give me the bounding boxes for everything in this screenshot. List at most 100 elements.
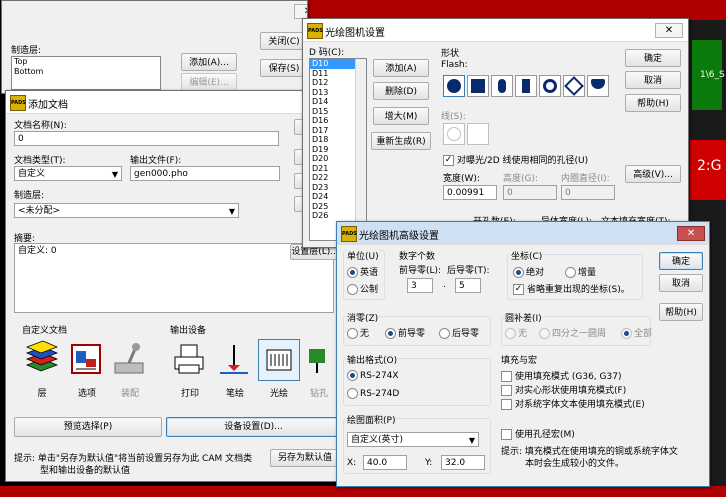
options-doc-caption: 选项	[77, 389, 96, 399]
coord-incremental-radio[interactable]	[565, 267, 576, 278]
zero-none-radio[interactable]	[347, 328, 358, 339]
fill-mode-checkbox[interactable]	[501, 371, 512, 382]
photo-setup-close-icon[interactable]: ✕	[655, 23, 683, 38]
dcode-scrollbar[interactable]	[355, 59, 366, 240]
photo-setup-cancel-button[interactable]: 取消	[625, 71, 681, 89]
unit-metric-radio[interactable]	[347, 284, 358, 295]
unit-english-option[interactable]: 英语	[347, 265, 378, 278]
cam-layer-item[interactable]: Top	[12, 57, 160, 67]
advanced-cancel-button[interactable]: 取消	[659, 274, 703, 292]
cam-close-button[interactable]: 关闭(C)	[260, 32, 307, 50]
arc-full-radio[interactable]	[621, 328, 632, 339]
save-as-default-button[interactable]: 另存为默认值	[270, 449, 336, 467]
height-input[interactable]: 0	[503, 185, 557, 200]
photo-plot-device-button[interactable]	[258, 339, 300, 381]
cam-close-icon[interactable]: ✕	[294, 4, 307, 19]
dcode-delete-button[interactable]: 删除(D)	[373, 82, 429, 100]
flash-annular-shape[interactable]	[539, 75, 561, 97]
dcode-list[interactable]: D10 D11 D12 D13 D14 D15 D16 D17 D18 D19 D20 D21 D22 D…	[309, 58, 367, 241]
flash-round-shape[interactable]	[443, 75, 465, 97]
dcode-regenerate-button[interactable]: 重新生成(R)	[371, 132, 431, 150]
aperture-macro-checkbox[interactable]	[501, 429, 512, 440]
dcode-enlarge-button[interactable]: 增大(M)	[373, 107, 429, 125]
photo-setup-titlebar: PADS 光绘图机设置	[303, 19, 688, 42]
omit-repeat-checkbox[interactable]: ✓	[513, 284, 524, 295]
doc-type-select[interactable]: 自定义 ▼	[14, 166, 122, 181]
device-settings-button[interactable]: 设备设置(D)...	[166, 417, 336, 437]
arc-label: 圆补差(I)	[505, 311, 542, 324]
zero-trailing-option[interactable]: 后导零	[439, 326, 479, 339]
advanced-ok-button[interactable]: 确定	[659, 252, 703, 270]
drill-device-button[interactable]	[303, 339, 335, 381]
fill-solid-checkbox[interactable]	[501, 385, 512, 396]
trailing-digits-input[interactable]: 5	[455, 278, 481, 293]
dcode-add-button[interactable]: 添加(A)	[373, 59, 429, 77]
flash-custom-shape[interactable]	[587, 75, 609, 97]
arc-quarter-radio[interactable]	[539, 328, 550, 339]
zero-none-option[interactable]: 无	[347, 326, 369, 339]
coord-incremental-option[interactable]: 增量	[565, 265, 596, 278]
photo-setup-ok-button[interactable]: 确定	[625, 49, 681, 67]
assembly-doc-button[interactable]	[109, 339, 151, 381]
omit-repeat-option[interactable]: ✓ 省略重复出现的坐标(S)。	[513, 282, 630, 295]
arc-none-option[interactable]: 无	[505, 326, 527, 339]
output-file-input[interactable]: gen000.pho	[130, 166, 280, 181]
format-274x-radio[interactable]	[347, 370, 358, 381]
line-round-shape[interactable]	[443, 123, 465, 145]
coord-absolute-label: 绝对	[526, 268, 545, 278]
arc-full-option[interactable]: 全部	[621, 326, 652, 339]
cam-layers-list[interactable]: Top Bottom	[11, 56, 161, 90]
flash-oval-shape[interactable]	[491, 75, 513, 97]
format-274d-option[interactable]: RS-274D	[347, 388, 399, 399]
same-aperture-checkbox[interactable]: ✓	[443, 155, 454, 166]
layer-value: <未分配>	[18, 206, 61, 216]
advanced-button[interactable]: 高级(V)...	[625, 165, 681, 183]
arc-none-radio[interactable]	[505, 328, 516, 339]
flash-rect-shape[interactable]	[515, 75, 537, 97]
plot-y-input[interactable]: 32.0	[441, 455, 485, 470]
fill-mode-option[interactable]: 使用填充模式 (G36, G37)	[501, 369, 621, 382]
format-274x-option[interactable]: RS-274X	[347, 370, 399, 381]
cam-add-button[interactable]: 添加(A)...	[181, 53, 237, 71]
coord-absolute-option[interactable]: 绝对	[513, 265, 544, 278]
unit-english-radio[interactable]	[347, 267, 358, 278]
unit-metric-option[interactable]: 公制	[347, 282, 378, 295]
zero-leading-radio[interactable]	[385, 328, 396, 339]
print-device-button[interactable]	[169, 339, 211, 381]
summary-textarea[interactable]: 自定义: 0	[14, 243, 334, 313]
layer-select[interactable]: <未分配> ▼	[14, 203, 239, 218]
cam-save-button[interactable]: 保存(S)	[260, 59, 307, 77]
leading-digits-input[interactable]: 3	[407, 278, 433, 293]
zero-leading-option[interactable]: 前导零	[385, 326, 425, 339]
doc-name-input[interactable]: 0	[14, 131, 279, 146]
zero-trailing-radio[interactable]	[439, 328, 450, 339]
line-square-shape[interactable]	[467, 123, 489, 145]
layer-doc-button[interactable]	[21, 339, 63, 381]
coord-absolute-radio[interactable]	[513, 267, 524, 278]
chevron-down-icon: ▼	[468, 436, 475, 445]
cam-layer-item[interactable]: Bottom	[12, 67, 160, 77]
options-doc-button[interactable]	[66, 339, 108, 381]
plot-area-select[interactable]: 自定义(英寸) ▼	[347, 432, 479, 447]
same-aperture-option[interactable]: ✓ 对曝光/2D 线使用相同的孔径(U)	[443, 153, 588, 166]
aperture-macro-option[interactable]: 使用孔径宏(M)	[501, 427, 575, 440]
pen-plot-device-button[interactable]	[214, 339, 256, 381]
cam-edit-button[interactable]: 编辑(E)...	[181, 73, 237, 91]
preview-selection-button[interactable]: 预览选择(P)	[14, 417, 162, 437]
fill-solid-option[interactable]: 对实心形状使用填充模式(F)	[501, 383, 626, 396]
arc-quarter-option[interactable]: 四分之一圆周	[539, 326, 606, 339]
flash-thermal-shape[interactable]	[563, 75, 585, 97]
flash-square-shape[interactable]	[467, 75, 489, 97]
zero-leading-label: 前导零	[398, 329, 426, 339]
inner-diameter-input[interactable]: 0	[561, 185, 615, 200]
fill-text-checkbox[interactable]	[501, 399, 512, 410]
add-document-dialog: PADS 添加文档 文档名称(N): 0 文档类型(T): 自定义 ▼ 输出文件…	[5, 90, 337, 482]
advanced-help-button[interactable]: 帮助(H)	[659, 303, 703, 321]
width-input[interactable]: 0.00991	[443, 185, 497, 200]
fill-text-option[interactable]: 对系统字体文本使用填充模式(E)	[501, 397, 645, 410]
trailing-digits-label: 后导零(T):	[447, 266, 490, 276]
plot-x-input[interactable]: 40.0	[363, 455, 407, 470]
format-274d-radio[interactable]	[347, 388, 358, 399]
advanced-close-icon[interactable]: ✕	[677, 226, 705, 241]
photo-setup-help-button[interactable]: 帮助(H)	[625, 94, 681, 112]
